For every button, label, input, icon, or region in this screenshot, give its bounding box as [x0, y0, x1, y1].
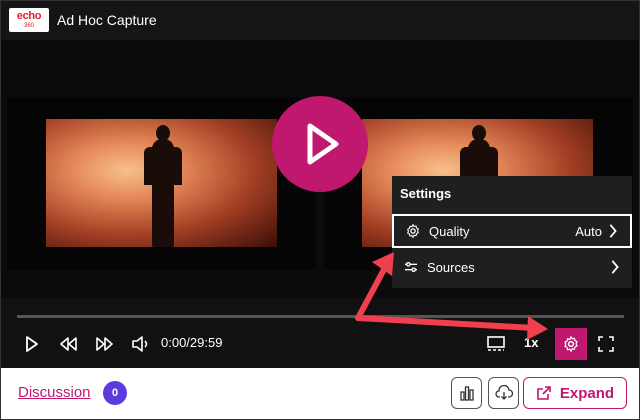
sources-label: Sources [427, 259, 475, 275]
download-button[interactable] [488, 377, 519, 409]
capture-title: Ad Hoc Capture [57, 12, 157, 28]
footer-bar: Discussion 0 Expand [0, 368, 640, 420]
progress-scrubber[interactable] [17, 315, 624, 318]
echo360-logo: echo 360 [9, 8, 49, 32]
expand-label: Expand [559, 384, 615, 402]
settings-heading: Settings [400, 186, 452, 201]
bar-chart-icon [459, 386, 474, 401]
big-play-button[interactable] [272, 96, 368, 192]
play-button[interactable] [22, 334, 42, 354]
settings-menu: Settings Quality Auto Sources [392, 176, 632, 288]
discussion-link[interactable]: Discussion [18, 384, 91, 401]
player-header: echo 360 Ad Hoc Capture [0, 0, 640, 40]
fast-forward-button[interactable] [93, 334, 115, 354]
presenter-silhouette [144, 125, 183, 247]
rewind-button[interactable] [58, 334, 80, 354]
fullscreen-icon [598, 336, 614, 352]
chevron-right-icon [609, 224, 617, 238]
video-player: echo 360 Ad Hoc Capture Settings Quality [0, 0, 640, 368]
playback-rate-button[interactable]: 1x [524, 335, 538, 350]
control-bar: 0:00/29:59 1x [0, 324, 640, 364]
play-icon [26, 336, 38, 352]
quality-value: Auto [575, 223, 602, 239]
play-icon [307, 123, 339, 165]
logo-subtext: 360 [23, 23, 34, 29]
layout-icon [487, 336, 505, 351]
chevron-right-icon [611, 260, 619, 274]
settings-button[interactable] [555, 328, 587, 360]
volume-icon [132, 336, 148, 352]
fullscreen-button[interactable] [596, 334, 616, 354]
settings-item-sources[interactable]: Sources [392, 250, 632, 284]
volume-button[interactable] [130, 334, 152, 354]
gear-icon [564, 335, 578, 353]
rewind-icon [60, 337, 77, 351]
discussion-count-badge: 0 [103, 381, 127, 405]
cloud-download-icon [494, 385, 513, 400]
sliders-icon [402, 258, 420, 276]
quality-label: Quality [429, 223, 470, 239]
logo-text: echo [16, 10, 42, 22]
external-link-icon [537, 386, 551, 400]
video-frame-left [46, 119, 277, 247]
gear-icon [404, 222, 422, 240]
layout-button[interactable] [485, 334, 507, 354]
fast-forward-icon [96, 337, 113, 351]
settings-item-quality[interactable]: Quality Auto [392, 214, 632, 248]
playback-time: 0:00/29:59 [161, 335, 223, 350]
analytics-button[interactable] [451, 377, 482, 409]
expand-button[interactable]: Expand [523, 377, 627, 409]
video-source-left[interactable] [7, 97, 316, 270]
